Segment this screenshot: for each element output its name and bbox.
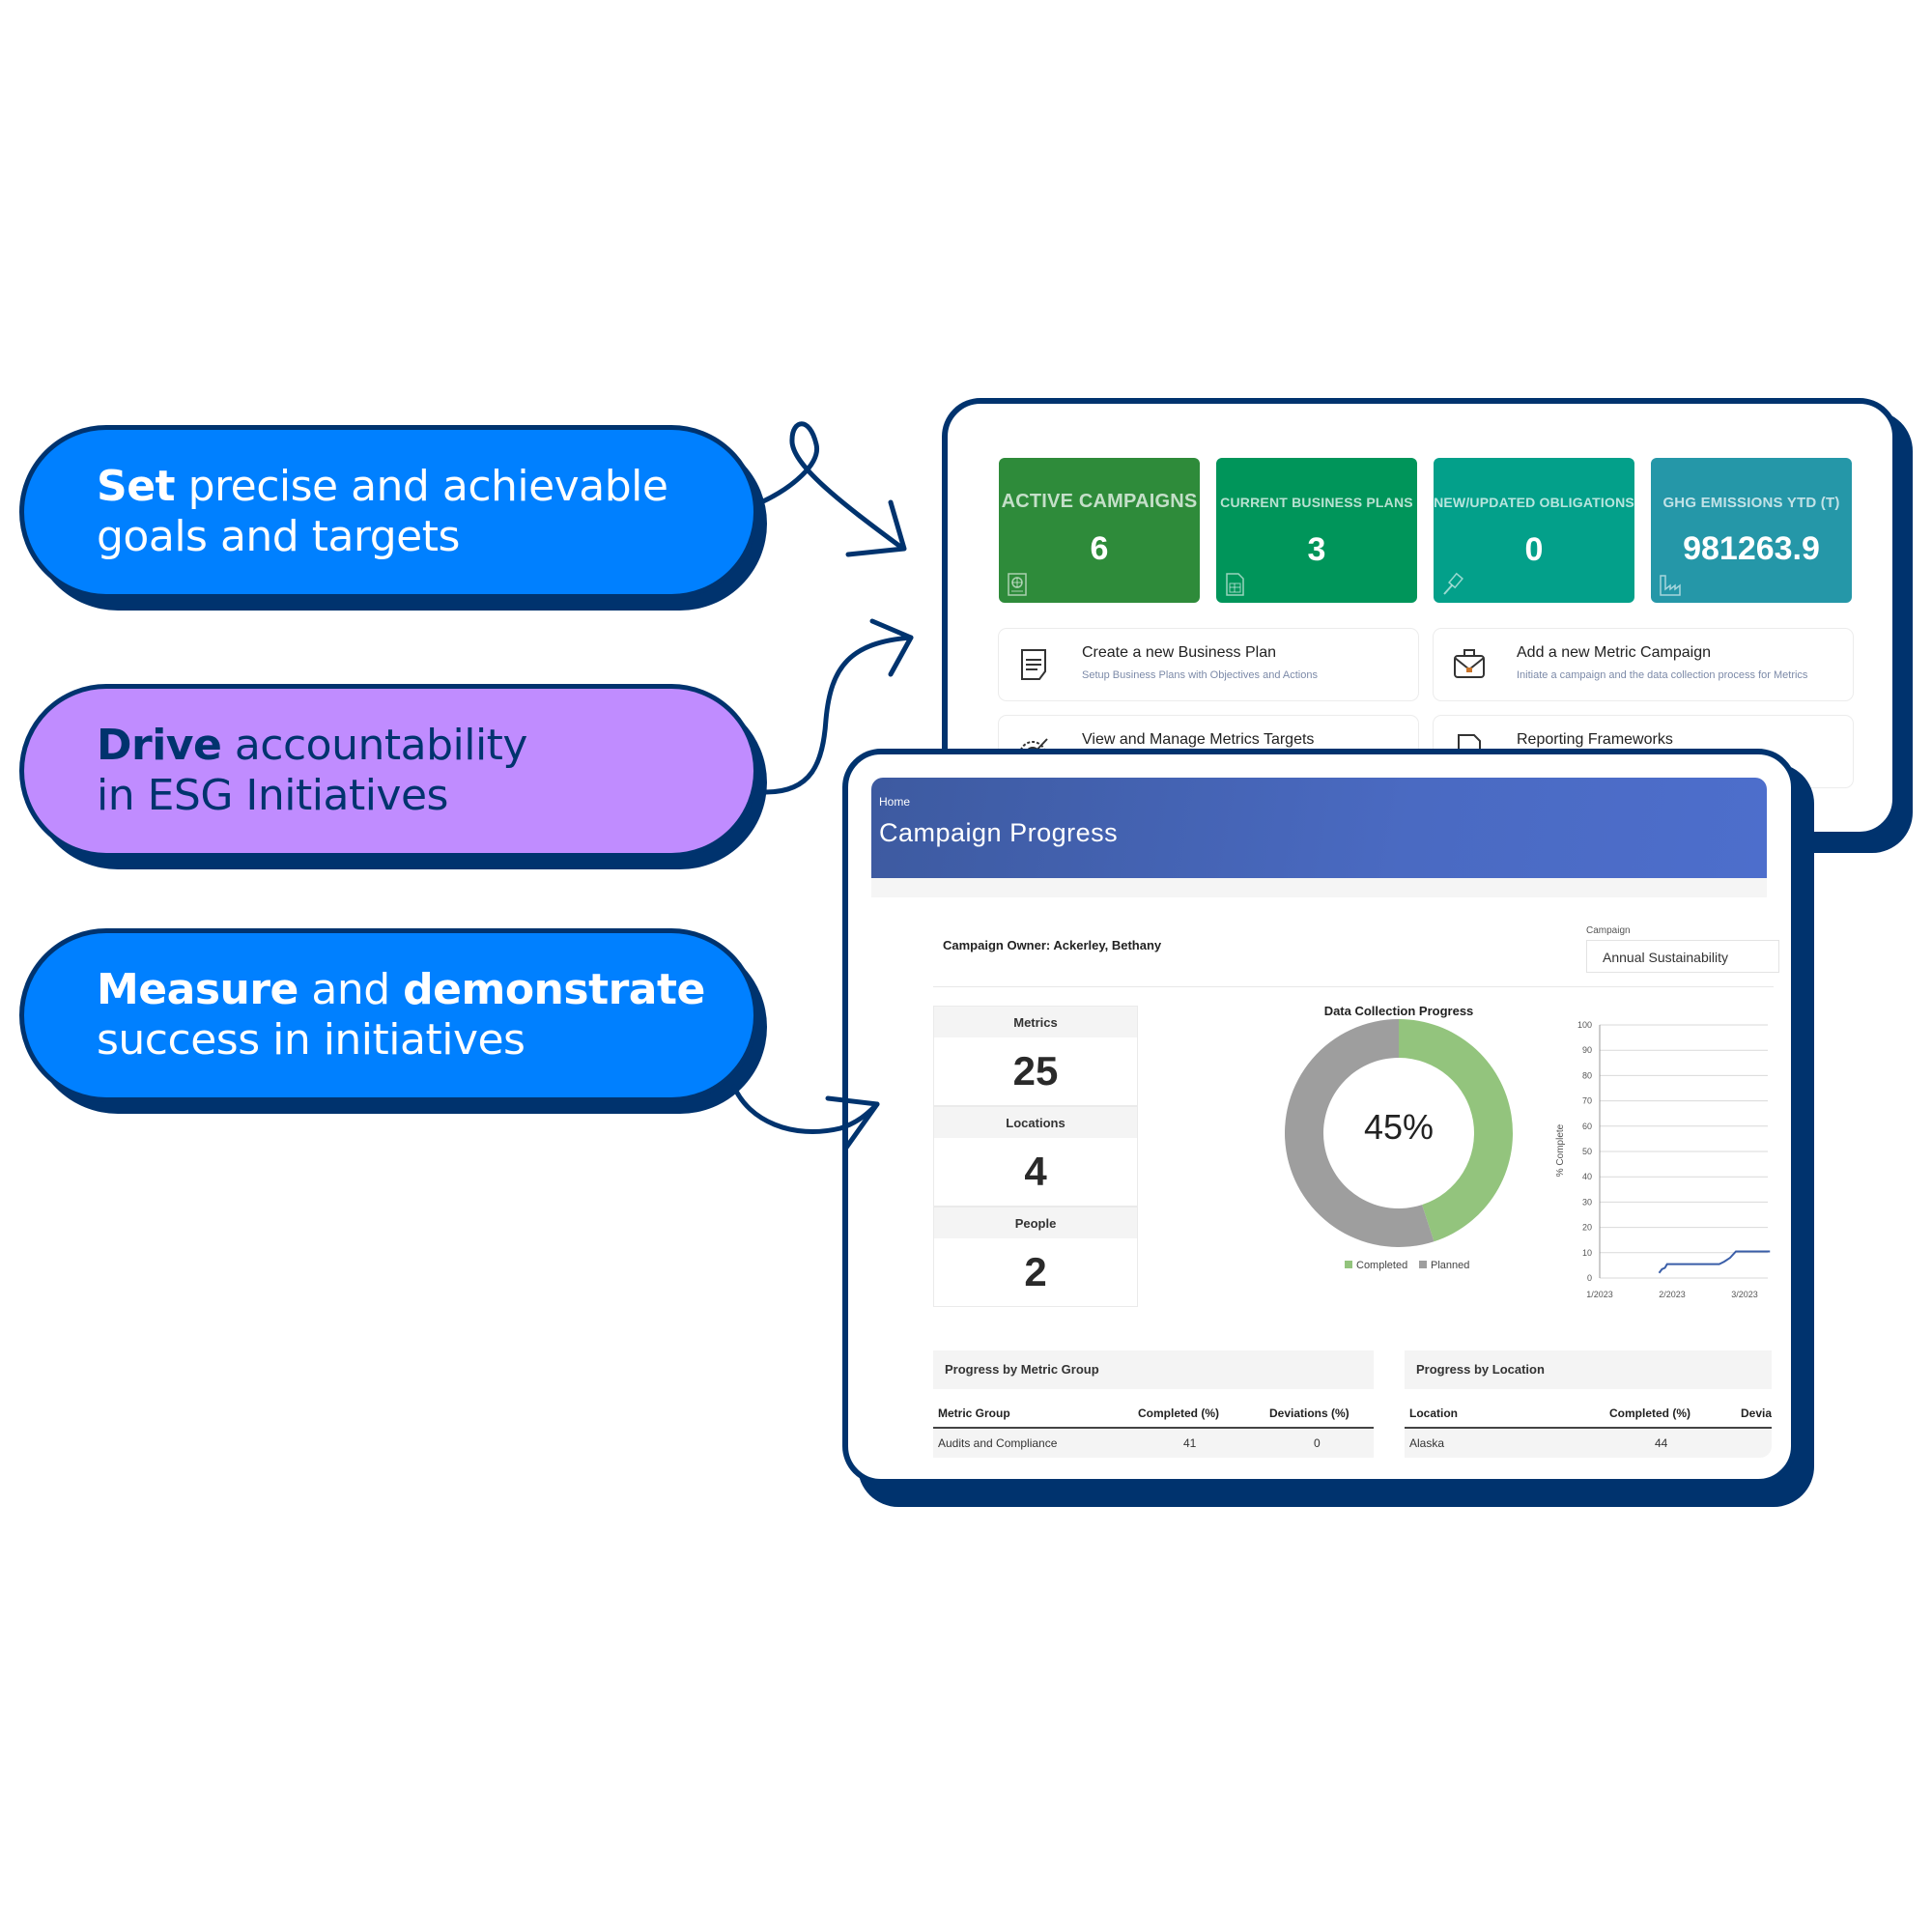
- arrow-measure-to-campaign: [731, 1084, 880, 1134]
- arrowhead-accountability: [869, 618, 914, 677]
- arrow-goals-to-dashboard: [758, 421, 906, 552]
- arrow-accountability-to-dashboard: [763, 635, 914, 795]
- arrows-layer: [731, 421, 914, 1151]
